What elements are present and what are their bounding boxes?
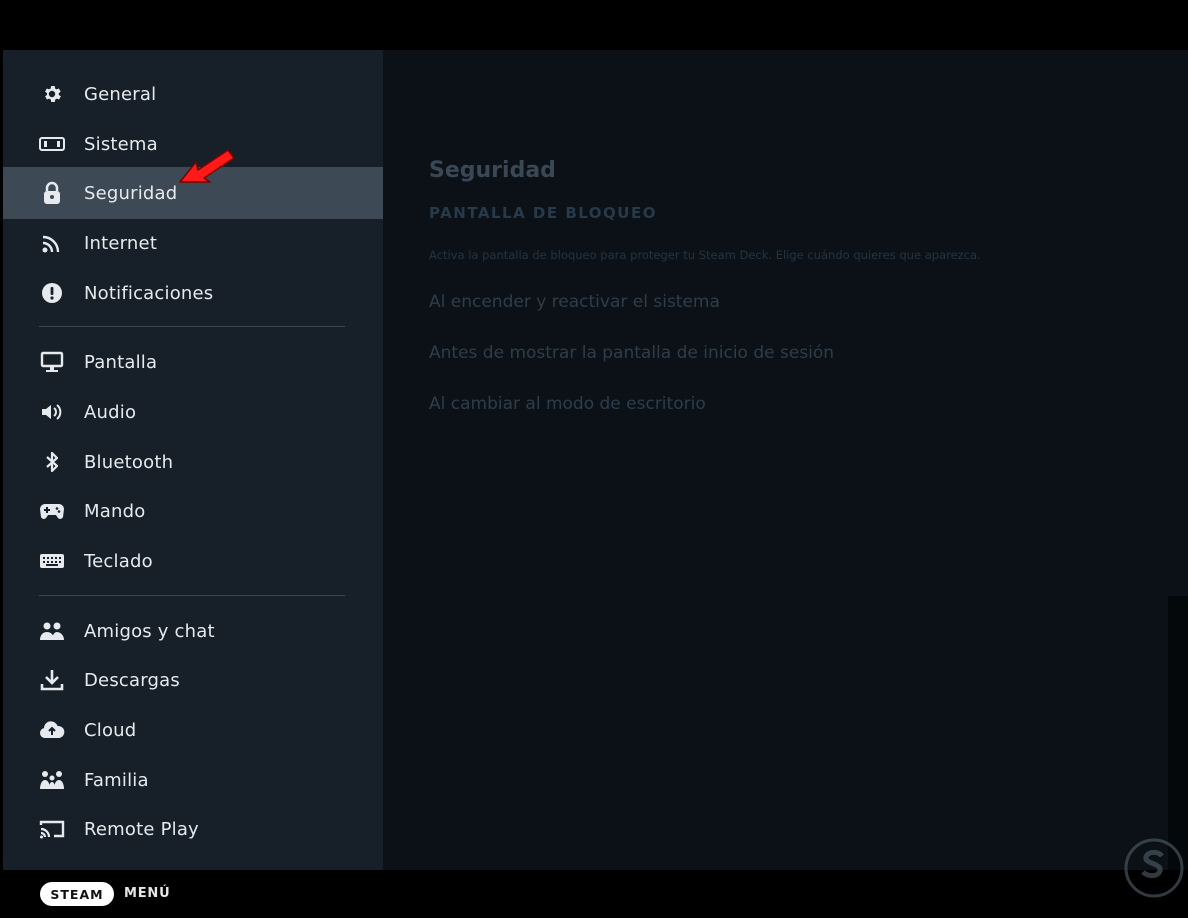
lock-option-desktop-mode[interactable]: Al cambiar al modo de escritorio — [429, 394, 706, 414]
sidebar-item-internet[interactable]: Internet — [3, 218, 383, 268]
gear-icon — [39, 81, 65, 107]
family-icon — [39, 767, 65, 793]
sidebar-item-label: Notificaciones — [84, 282, 214, 304]
lock-option-on-wake[interactable]: Al encender y reactivar el sistema — [429, 292, 720, 312]
settings-content: Seguridad PANTALLA DE BLOQUEO Activa la … — [383, 50, 1188, 870]
sidebar-item-general[interactable]: General — [3, 69, 383, 119]
keyboard-icon — [39, 548, 65, 574]
wifi-icon — [39, 230, 65, 256]
sidebar-item-label: Descargas — [84, 669, 180, 691]
sidebar-item-label: Seguridad — [84, 182, 178, 204]
sidebar-item-label: Audio — [84, 401, 137, 423]
monitor-icon — [39, 349, 65, 375]
cast-icon — [39, 816, 65, 842]
sidebar-divider — [39, 326, 345, 327]
friends-icon — [39, 618, 65, 644]
sidebar-item-audio[interactable]: Audio — [3, 387, 383, 437]
annotation-arrow-icon — [179, 149, 235, 183]
sidebar-item-label: Remote Play — [84, 818, 199, 840]
sidebar-item-label: Teclado — [84, 550, 153, 572]
bluetooth-icon — [39, 449, 65, 475]
sidebar-item-remote-play[interactable]: Remote Play — [3, 804, 383, 854]
sidebar-item-amigos-y-chat[interactable]: Amigos y chat — [3, 606, 383, 656]
sidebar-item-label: Mando — [84, 500, 146, 522]
sidebar-divider — [39, 595, 345, 596]
sidebar-item-label: Internet — [84, 232, 158, 254]
sidebar-item-bluetooth[interactable]: Bluetooth — [3, 437, 383, 487]
section-description: Activa la pantalla de bloqueo para prote… — [429, 248, 981, 262]
menu-label: MENÚ — [124, 886, 171, 901]
sidebar-item-label: Cloud — [84, 719, 137, 741]
section-heading: PANTALLA DE BLOQUEO — [429, 204, 657, 222]
sidebar-item-label: General — [84, 83, 157, 105]
sidebar-item-label: Familia — [84, 769, 149, 791]
alert-icon — [39, 280, 65, 306]
sidebar-item-label: Bluetooth — [84, 451, 174, 473]
sidebar-item-label: Amigos y chat — [84, 620, 215, 642]
sidebar-item-descargas[interactable]: Descargas — [3, 655, 383, 705]
speaker-icon — [39, 399, 65, 425]
bottom-bar: STEAM MENÚ — [0, 870, 1188, 918]
lock-option-before-login[interactable]: Antes de mostrar la pantalla de inicio d… — [429, 343, 834, 363]
sidebar-item-teclado[interactable]: Teclado — [3, 536, 383, 586]
system-icon — [39, 131, 65, 157]
sidebar-item-notificaciones[interactable]: Notificaciones — [3, 268, 383, 318]
download-icon — [39, 667, 65, 693]
gamepad-icon — [39, 498, 65, 524]
steam-button[interactable]: STEAM — [40, 882, 114, 906]
sidebar-item-mando[interactable]: Mando — [3, 486, 383, 536]
sidebar-item-label: Pantalla — [84, 351, 158, 373]
sidebar-item-label: Sistema — [84, 133, 158, 155]
cloud-icon — [39, 717, 65, 743]
sidebar-item-cloud[interactable]: Cloud — [3, 705, 383, 755]
sidebar-item-familia[interactable]: Familia — [3, 755, 383, 805]
lock-icon — [39, 180, 65, 206]
top-bar — [0, 0, 1188, 50]
watermark-logo-icon — [1124, 838, 1184, 898]
sidebar-item-pantalla[interactable]: Pantalla — [3, 337, 383, 387]
page-title: Seguridad — [429, 158, 556, 183]
